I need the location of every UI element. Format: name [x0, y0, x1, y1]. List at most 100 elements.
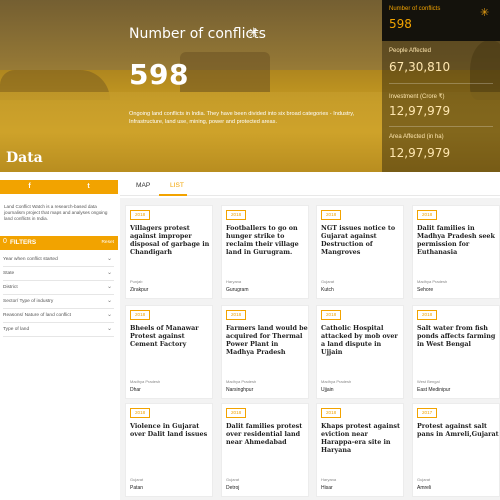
year-badge: 2018	[226, 210, 247, 220]
stat-value: 67,30,810	[389, 60, 451, 74]
conflict-card[interactable]: 2018 Footballers to go on hunger strike …	[221, 205, 309, 299]
card-district: Ujjain	[321, 387, 334, 393]
filter-reason[interactable]: Reasons/ Nature of land conflict ⌄	[3, 310, 114, 323]
card-title: Protest against salt pans in Amreli,Guja…	[417, 422, 499, 438]
card-district: Zirakpur	[130, 287, 149, 293]
year-badge: 2018	[130, 210, 151, 220]
filter-land-type[interactable]: Type of land ⌄	[3, 324, 114, 337]
hero-description: Ongoing land conflicts in India. They ha…	[129, 111, 355, 125]
card-district: East Medinipur	[417, 387, 451, 393]
stat-label: Number of conflicts	[389, 6, 441, 12]
card-district: Kutch	[321, 287, 334, 293]
year-badge: 2018	[130, 310, 151, 320]
card-state: Gujarat	[321, 279, 335, 284]
card-district: Dhar	[130, 387, 141, 393]
facebook-icon[interactable]: f	[0, 180, 59, 194]
card-title: Catholic Hospital attacked by mob over a…	[321, 324, 398, 356]
tab-active-indicator	[159, 194, 187, 196]
card-state: Haryana	[321, 477, 337, 482]
stat-label: People Affected	[389, 48, 431, 54]
chevron-down-icon: ⌄	[106, 298, 112, 304]
year-badge: 2018	[321, 210, 342, 220]
hero-conflict-count: 598	[129, 58, 189, 91]
conflict-card[interactable]: 2018 NGT issues notice to Gujarat agains…	[316, 205, 404, 299]
filters-header: 0 FILTERS Reset	[0, 236, 118, 250]
card-state: Madhya Pradesh	[321, 379, 352, 384]
year-badge: 2018	[417, 310, 438, 320]
data-heading: Data	[6, 150, 43, 166]
sun-icon: ✳	[248, 25, 259, 40]
year-badge: 2018	[226, 408, 247, 418]
stat-divider	[389, 126, 493, 127]
card-title: Dalit families in Madhya Pradesh seek pe…	[417, 224, 495, 256]
filters-title: FILTERS	[10, 239, 37, 246]
year-badge: 2018	[226, 310, 247, 320]
card-district: Gurugram	[226, 287, 249, 293]
card-district: Patan	[130, 485, 144, 491]
tab-map[interactable]: MAP	[136, 182, 150, 189]
card-title: Khaps protest against eviction near Hara…	[321, 422, 400, 454]
conflict-card[interactable]: 2018 Khaps protest against eviction near…	[316, 403, 404, 497]
view-tabs: MAP LIST	[120, 176, 500, 196]
card-state: West Bengal	[417, 379, 440, 384]
conflict-card[interactable]: 2018 Catholic Hospital attacked by mob o…	[316, 305, 404, 399]
card-state: Gujarat	[130, 477, 144, 482]
card-title: Villagers protest against improper dispo…	[130, 224, 210, 256]
twitter-icon[interactable]: t	[59, 180, 118, 194]
card-district: Amreli	[417, 485, 432, 491]
stat-value: 12,97,979	[389, 104, 451, 118]
conflict-card[interactable]: 2018 Dalit families protest over residen…	[221, 403, 309, 497]
card-state: Madhya Pradesh	[417, 279, 448, 284]
chevron-down-icon: ⌄	[106, 270, 112, 276]
filter-label: Reasons/ Nature of land conflict	[3, 313, 71, 318]
stat-value: 598	[389, 17, 412, 31]
chevron-down-icon: ⌄	[106, 326, 112, 332]
sun-icon: ✳	[480, 7, 490, 19]
filter-year[interactable]: Year when conflict started ⌄	[3, 254, 114, 267]
year-badge: 2018	[321, 310, 342, 320]
conflict-card[interactable]: 2018 Dalit families in Madhya Pradesh se…	[412, 205, 500, 299]
conflict-card[interactable]: 2018 Farmers land would be acquired for …	[221, 305, 309, 399]
card-title: NGT issues notice to Gujarat against Des…	[321, 224, 396, 256]
card-district: Hisar	[321, 485, 333, 491]
reset-button[interactable]: Reset	[101, 240, 114, 245]
card-state: Gujarat	[417, 477, 431, 482]
card-title: Bheels of Manawar Protest against Cement…	[130, 324, 199, 348]
card-state: Haryana	[226, 279, 242, 284]
card-district: Sehore	[417, 287, 434, 293]
filter-state[interactable]: State ⌄	[3, 268, 114, 281]
chevron-down-icon: ⌄	[106, 284, 112, 290]
hero-hut	[180, 52, 270, 92]
conflict-card[interactable]: 2018 Bheels of Manawar Protest against C…	[125, 305, 213, 399]
card-title: Dalit families protest over residential …	[226, 422, 303, 446]
filter-district[interactable]: District ⌄	[3, 282, 114, 295]
conflict-card[interactable]: 2018 Villagers protest against improper …	[125, 205, 213, 299]
year-badge: 2018	[130, 408, 151, 418]
card-title: Footballers to go on hunger strike to re…	[226, 224, 299, 256]
filter-label: District	[3, 285, 18, 290]
conflict-card[interactable]: 2017 Protest against salt pans in Amreli…	[412, 403, 500, 497]
filter-sector[interactable]: Sector/ Type of industry ⌄	[3, 296, 114, 309]
card-title: Salt water from fish ponds affects farmi…	[417, 324, 496, 348]
card-district: Narsinghpur	[226, 387, 254, 393]
stat-label: Area Affected (in ha)	[389, 134, 444, 140]
stat-value: 12,97,979	[389, 146, 451, 160]
filter-label: Type of land	[3, 327, 30, 332]
tab-list[interactable]: LIST	[170, 182, 184, 189]
stat-label: Investment (Crore ₹)	[389, 94, 445, 100]
filter-label: Sector/ Type of industry	[3, 299, 54, 304]
card-district: Detroj	[226, 485, 240, 491]
card-state: Madhya Pradesh	[130, 379, 161, 384]
filter-label: Year when conflict started	[3, 257, 58, 262]
filter-label: State	[3, 271, 15, 276]
chevron-down-icon: ⌄	[106, 312, 112, 318]
year-badge: 2018	[417, 210, 438, 220]
card-title: Violence in Gujarat over Dalit land issu…	[130, 422, 208, 438]
card-state: Madhya Pradesh	[226, 379, 257, 384]
year-badge: 2018	[321, 408, 342, 418]
year-badge: 2017	[417, 408, 438, 418]
conflict-card[interactable]: 2018 Salt water from fish ponds affects …	[412, 305, 500, 399]
stat-divider	[389, 83, 493, 84]
card-title: Farmers land would be acquired for Therm…	[226, 324, 308, 356]
conflict-card[interactable]: 2018 Violence in Gujarat over Dalit land…	[125, 403, 213, 497]
